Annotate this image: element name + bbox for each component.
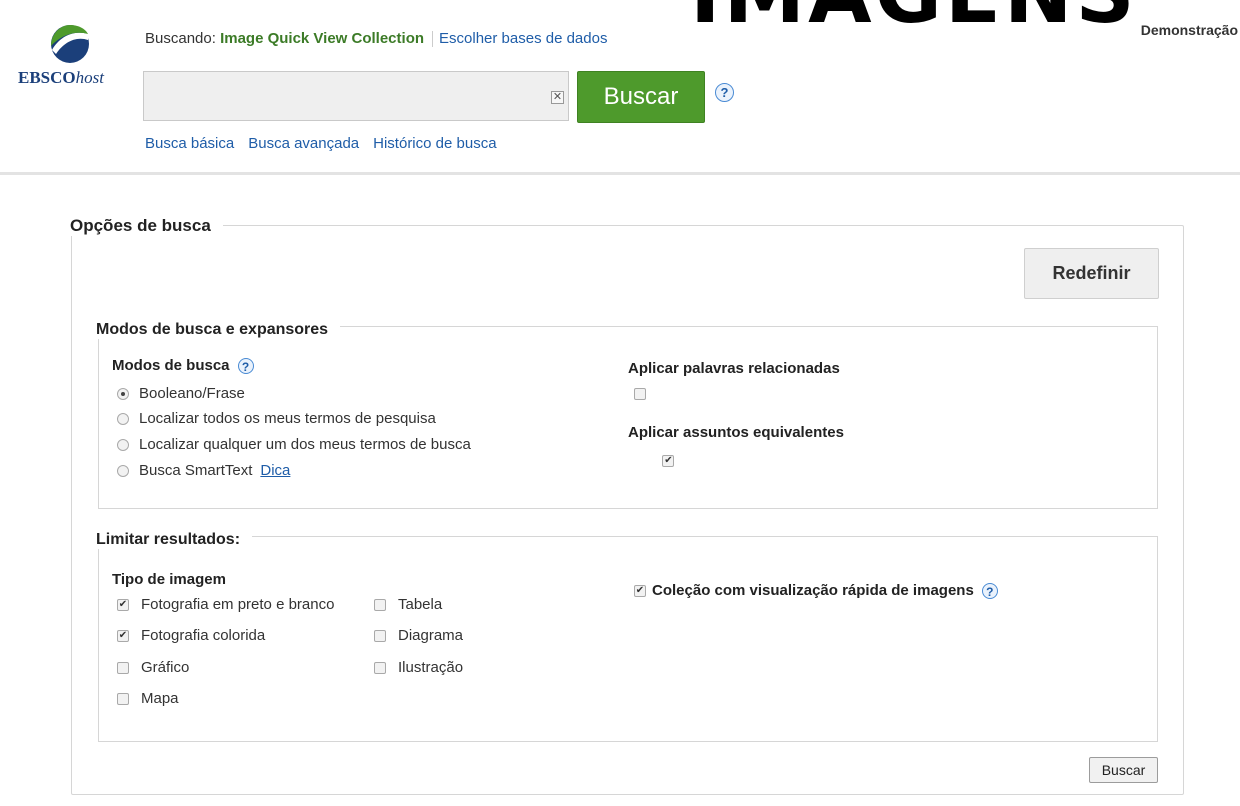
- search-help-icon[interactable]: ?: [715, 83, 734, 102]
- limit-results-section-title: Limitar resultados:: [96, 531, 253, 549]
- checkbox-icon[interactable]: [117, 661, 129, 674]
- image-type-illustration[interactable]: Ilustração: [374, 659, 463, 676]
- image-type-label-text: Mapa: [141, 690, 179, 707]
- image-type-bw-photo[interactable]: ✔ Fotografia em preto e branco: [117, 596, 334, 613]
- image-type-map[interactable]: Mapa: [117, 690, 179, 707]
- search-modes-help-icon[interactable]: ?: [237, 357, 254, 374]
- logo-name: EBSCO: [18, 68, 76, 87]
- search-input[interactable]: ✕: [143, 71, 569, 121]
- image-type-table[interactable]: Tabela: [374, 596, 442, 613]
- database-name: Image Quick View Collection: [220, 30, 425, 47]
- mode-all-terms[interactable]: Localizar todos os meus termos de pesqui…: [117, 410, 436, 427]
- mode-label: Booleano/Frase: [139, 385, 245, 402]
- reset-button[interactable]: Redefinir: [1024, 248, 1159, 299]
- separator: [432, 31, 434, 48]
- mode-label: Localizar todos os meus termos de pesqui…: [139, 410, 436, 427]
- mode-smarttext[interactable]: Busca SmartText Dica: [117, 462, 290, 479]
- checkbox-icon[interactable]: ✔: [634, 584, 646, 597]
- image-type-diagram[interactable]: Diagrama: [374, 627, 463, 644]
- ebsco-logo-icon[interactable]: [50, 24, 90, 64]
- search-nav-links: Busca básica Busca avançada Histórico de b…: [145, 135, 511, 152]
- mode-label: Localizar qualquer um dos meus termos de…: [139, 436, 471, 453]
- image-type-label-text: Gráfico: [141, 659, 190, 676]
- quick-view-label: Coleção com visualização rápida de image…: [652, 582, 974, 599]
- clear-search-icon[interactable]: ✕: [551, 91, 564, 104]
- mode-boolean-phrase[interactable]: Booleano/Frase: [117, 385, 245, 402]
- overlay-banner-text: IMAGENS: [690, 0, 1138, 36]
- equivalent-subjects-label: Aplicar assuntos equivalentes: [628, 424, 844, 441]
- quick-view-collection-option[interactable]: ✔ Coleção com visualização rápida de ima…: [634, 582, 998, 599]
- checkbox-icon[interactable]: ✔: [117, 598, 129, 611]
- equivalent-subjects-checkbox[interactable]: ✔: [662, 455, 675, 467]
- search-modes-label-text: Modos de busca: [112, 357, 230, 374]
- image-type-label-text: Fotografia colorida: [141, 627, 266, 644]
- checkbox-icon[interactable]: [374, 598, 386, 611]
- mode-label: Busca SmartText: [139, 462, 253, 479]
- checkbox-icon[interactable]: [117, 692, 129, 705]
- quick-view-help-icon[interactable]: ?: [981, 582, 998, 599]
- advanced-search-link[interactable]: Busca avançada: [248, 135, 359, 152]
- image-type-label-text: Ilustração: [398, 659, 464, 676]
- image-type-label-text: Tabela: [398, 596, 443, 613]
- image-type-label-text: Fotografia em preto e branco: [141, 596, 335, 613]
- mode-any-terms[interactable]: Localizar qualquer um dos meus termos de…: [117, 436, 471, 453]
- database-info: Buscando: Image Quick View Collection Esc…: [145, 30, 607, 48]
- logo-suffix: host: [75, 68, 104, 87]
- search-history-link[interactable]: Histórico de busca: [373, 135, 496, 152]
- image-type-label-text: Diagrama: [398, 627, 464, 644]
- search-button[interactable]: Buscar: [577, 71, 705, 123]
- smarttext-tip-link[interactable]: Dica: [260, 462, 290, 479]
- basic-search-link[interactable]: Busca básica: [145, 135, 234, 152]
- related-words-checkbox[interactable]: [634, 388, 646, 400]
- options-search-button[interactable]: Buscar: [1089, 757, 1158, 783]
- image-type-graph[interactable]: Gráfico: [117, 659, 189, 676]
- radio-icon[interactable]: [117, 387, 129, 400]
- image-type-label: Tipo de imagem: [112, 571, 226, 588]
- checkbox-icon[interactable]: [374, 629, 386, 642]
- header-divider: [0, 172, 1240, 175]
- search-modes-section-title: Modos de busca e expansores: [96, 321, 341, 339]
- related-words-label: Aplicar palavras relacionadas: [628, 360, 840, 377]
- checkbox-icon[interactable]: [374, 661, 386, 674]
- radio-icon[interactable]: [117, 438, 129, 451]
- demo-label: Demonstração: [1140, 22, 1238, 38]
- image-type-color-photo[interactable]: ✔ Fotografia colorida: [117, 627, 265, 644]
- radio-icon[interactable]: [117, 412, 129, 425]
- checkbox-icon[interactable]: ✔: [117, 629, 129, 642]
- ebsco-logo-text[interactable]: EBSCOhost: [18, 68, 104, 88]
- radio-icon[interactable]: [117, 464, 129, 477]
- search-modes-label: Modos de busca ?: [112, 357, 254, 374]
- searching-prefix: Buscando:: [145, 30, 216, 47]
- search-options-title: Opções de busca: [70, 216, 223, 236]
- choose-databases-link[interactable]: Escolher bases de dados: [439, 30, 607, 47]
